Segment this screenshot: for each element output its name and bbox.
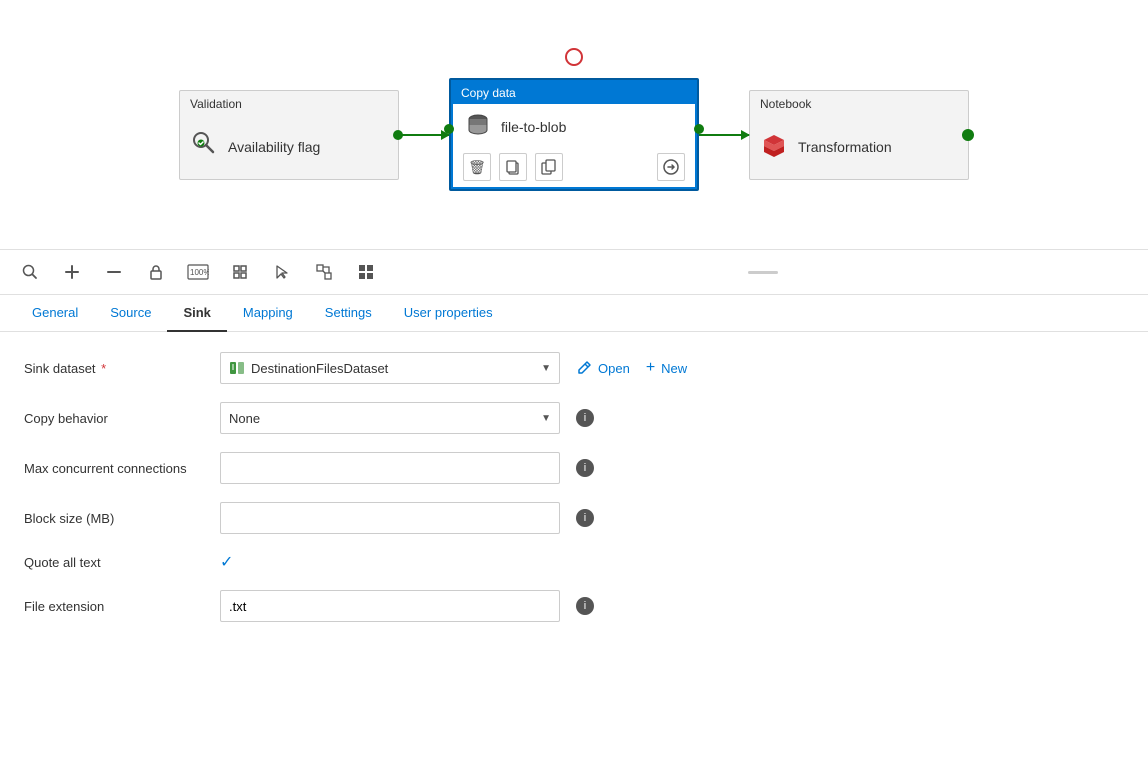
notebook-node-body: Transformation	[750, 115, 968, 179]
validation-node-header: Validation	[180, 91, 398, 115]
search-toolbar-button[interactable]	[16, 258, 44, 286]
open-dataset-button[interactable]: Open	[576, 360, 630, 376]
validation-node[interactable]: Validation Availability flag	[179, 90, 399, 180]
sink-dataset-value-container: DestinationFilesDataset	[229, 361, 388, 376]
pipeline-canvas: Validation Availability flag	[0, 0, 1148, 250]
copy-data-node-inner: Copy data file-to-blob 🗑	[449, 78, 699, 191]
new-dataset-button[interactable]: + New	[646, 359, 687, 377]
copy-behavior-info-icon[interactable]: i	[576, 409, 594, 427]
zoom100-toolbar-button[interactable]: 100%	[184, 258, 212, 286]
notebook-connector-right	[962, 129, 974, 141]
copy-action-button[interactable]	[499, 153, 527, 181]
required-star: *	[98, 361, 107, 376]
copy-data-actions: 🗑	[453, 149, 695, 187]
sink-dataset-label: Sink dataset *	[24, 361, 204, 376]
remove-toolbar-button[interactable]	[100, 258, 128, 286]
notebook-node-header: Notebook	[750, 91, 968, 115]
arrow-2-head	[741, 130, 750, 140]
add-toolbar-button[interactable]	[58, 258, 86, 286]
edit-icon	[576, 360, 592, 376]
resize-toolbar-button[interactable]	[310, 258, 338, 286]
block-size-input-container	[220, 502, 560, 534]
quote-all-text-checkbox-area: ✓	[220, 552, 233, 572]
fit-page-toolbar-button[interactable]	[226, 258, 254, 286]
red-circle-indicator	[565, 48, 583, 66]
tab-general[interactable]: General	[16, 295, 94, 332]
arrow-1-line	[399, 134, 449, 136]
tab-sink[interactable]: Sink	[167, 295, 226, 332]
properties-panel: General Source Sink Mapping Settings Use…	[0, 295, 1148, 642]
file-extension-input[interactable]	[229, 599, 551, 614]
copy-behavior-value: None	[229, 411, 260, 426]
tab-source[interactable]: Source	[94, 295, 167, 332]
arrow-2	[699, 134, 749, 136]
copy-behavior-dropdown-icon: ▼	[541, 413, 551, 424]
svg-text:100%: 100%	[190, 268, 209, 277]
sink-dataset-row: Sink dataset * DestinationFilesDataset ▼	[24, 352, 1124, 384]
database-icon	[465, 112, 491, 141]
max-concurrent-input[interactable]	[229, 461, 551, 476]
max-concurrent-input-container	[220, 452, 560, 484]
duplicate-action-button[interactable]	[535, 153, 563, 181]
tab-user-properties[interactable]: User properties	[388, 295, 509, 332]
copy-data-node[interactable]: Copy data file-to-blob 🗑	[449, 78, 699, 191]
canvas-toolbar: 100%	[0, 250, 1148, 295]
validation-node-label: Availability flag	[228, 139, 320, 155]
arrow-1	[399, 134, 449, 136]
quote-all-text-checkmark[interactable]: ✓	[220, 552, 233, 572]
sink-dataset-dropdown[interactable]: DestinationFilesDataset ▼	[220, 352, 560, 384]
quote-all-text-row: Quote all text ✓	[24, 552, 1124, 572]
notebook-icon	[760, 131, 788, 162]
select-toolbar-button[interactable]	[268, 258, 296, 286]
copy-data-header: Copy data	[451, 80, 697, 104]
file-extension-label: File extension	[24, 599, 204, 614]
copy-data-connector-left	[444, 124, 454, 134]
property-tabs: General Source Sink Mapping Settings Use…	[0, 295, 1148, 332]
notebook-node-label: Transformation	[798, 139, 892, 155]
jump-action-button[interactable]	[657, 153, 685, 181]
max-concurrent-row: Max concurrent connections i	[24, 452, 1124, 484]
notebook-node[interactable]: Notebook Transformation	[749, 90, 969, 180]
tab-mapping[interactable]: Mapping	[227, 295, 309, 332]
file-extension-row: File extension i	[24, 590, 1124, 622]
validation-node-body: Availability flag	[180, 115, 398, 179]
pipeline-nodes: Validation Availability flag	[179, 78, 969, 191]
copy-data-label: file-to-blob	[501, 119, 566, 135]
sink-dataset-value: DestinationFilesDataset	[251, 361, 388, 376]
max-concurrent-label: Max concurrent connections	[24, 461, 204, 476]
sink-dataset-dropdown-icon: ▼	[541, 363, 551, 374]
validation-connector-right	[393, 130, 403, 140]
lock-toolbar-button[interactable]	[142, 258, 170, 286]
block-size-info-icon[interactable]: i	[576, 509, 594, 527]
dataset-icon	[229, 361, 245, 375]
grid-toolbar-button[interactable]	[352, 258, 380, 286]
file-extension-input-container	[220, 590, 560, 622]
copy-data-body: file-to-blob	[453, 104, 695, 149]
copy-behavior-row: Copy behavior None ▼ i	[24, 402, 1124, 434]
copy-behavior-dropdown[interactable]: None ▼	[220, 402, 560, 434]
plus-icon: +	[646, 359, 655, 377]
panel-resize-handle[interactable]	[748, 271, 778, 274]
block-size-input[interactable]	[229, 511, 551, 526]
arrow-2-line	[699, 134, 749, 136]
sink-form: Sink dataset * DestinationFilesDataset ▼	[0, 332, 1148, 642]
delete-action-button[interactable]: 🗑	[463, 153, 491, 181]
quote-all-text-label: Quote all text	[24, 555, 204, 570]
tab-settings[interactable]: Settings	[309, 295, 388, 332]
max-concurrent-info-icon[interactable]: i	[576, 459, 594, 477]
block-size-label: Block size (MB)	[24, 511, 204, 526]
copy-data-connector-right	[694, 124, 704, 134]
search-icon	[190, 129, 218, 164]
block-size-row: Block size (MB) i	[24, 502, 1124, 534]
file-extension-info-icon[interactable]: i	[576, 597, 594, 615]
copy-behavior-label: Copy behavior	[24, 411, 204, 426]
